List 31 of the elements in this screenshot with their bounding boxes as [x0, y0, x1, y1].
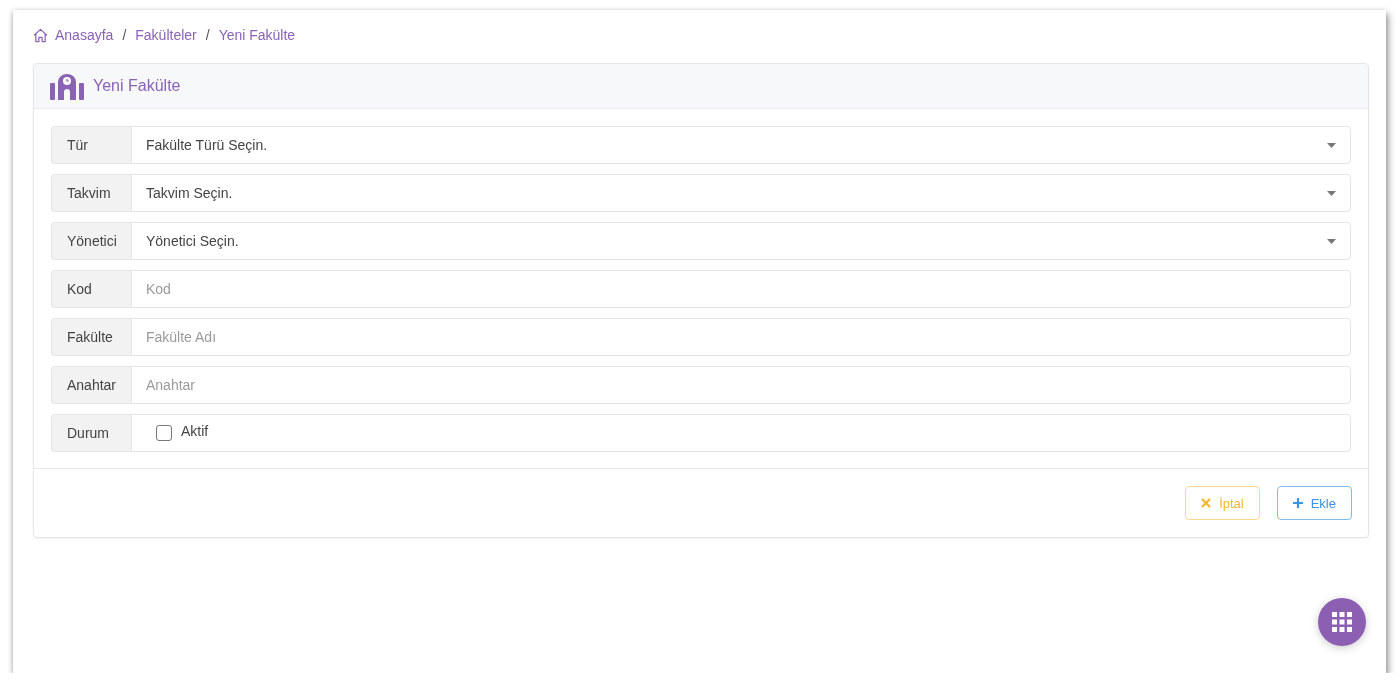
field-label: Kod: [51, 270, 131, 308]
field-label: Fakülte: [51, 318, 131, 356]
caret-icon: [1327, 142, 1336, 148]
dropdown[interactable]: Takvim Seçin.: [131, 174, 1351, 212]
checkbox-label[interactable]: Aktif: [181, 423, 209, 439]
breadcrumb-link[interactable]: Yeni Fakülte: [218, 27, 296, 43]
plus-icon: [1292, 498, 1303, 508]
dropdown[interactable]: Yönetici Seçin.: [131, 222, 1351, 260]
home-icon[interactable]: [33, 27, 48, 43]
grid-icon: [1332, 612, 1352, 632]
dropdown[interactable]: Fakülte Türü Seçin.: [131, 126, 1351, 164]
input-field[interactable]: Anahtar: [131, 366, 1351, 404]
field-label: Tür: [51, 126, 131, 164]
field-label: Anahtar: [51, 366, 131, 404]
field-label: Takvim: [51, 174, 131, 212]
add-button[interactable]: Ekle: [1276, 486, 1352, 520]
field-label: Durum: [51, 414, 131, 452]
field-label: Yönetici: [51, 222, 131, 260]
input-field[interactable]: Fakülte Adı: [131, 318, 1351, 356]
breadcrumb-link[interactable]: Anasayfa: [55, 27, 114, 43]
apps-menu-button[interactable]: [1318, 598, 1366, 646]
card-title: Yeni Fakülte: [93, 77, 181, 95]
caret-icon: [1327, 190, 1336, 196]
close-icon: [1201, 498, 1212, 508]
caret-icon: [1327, 238, 1336, 244]
breadcrumb-separator: /: [205, 27, 210, 43]
checkbox[interactable]: [156, 425, 172, 441]
breadcrumb-separator: /: [122, 27, 127, 43]
breadcrumb-link[interactable]: Fakülteler: [135, 27, 197, 43]
input-field[interactable]: Kod: [131, 270, 1351, 308]
building-icon: [50, 72, 84, 100]
